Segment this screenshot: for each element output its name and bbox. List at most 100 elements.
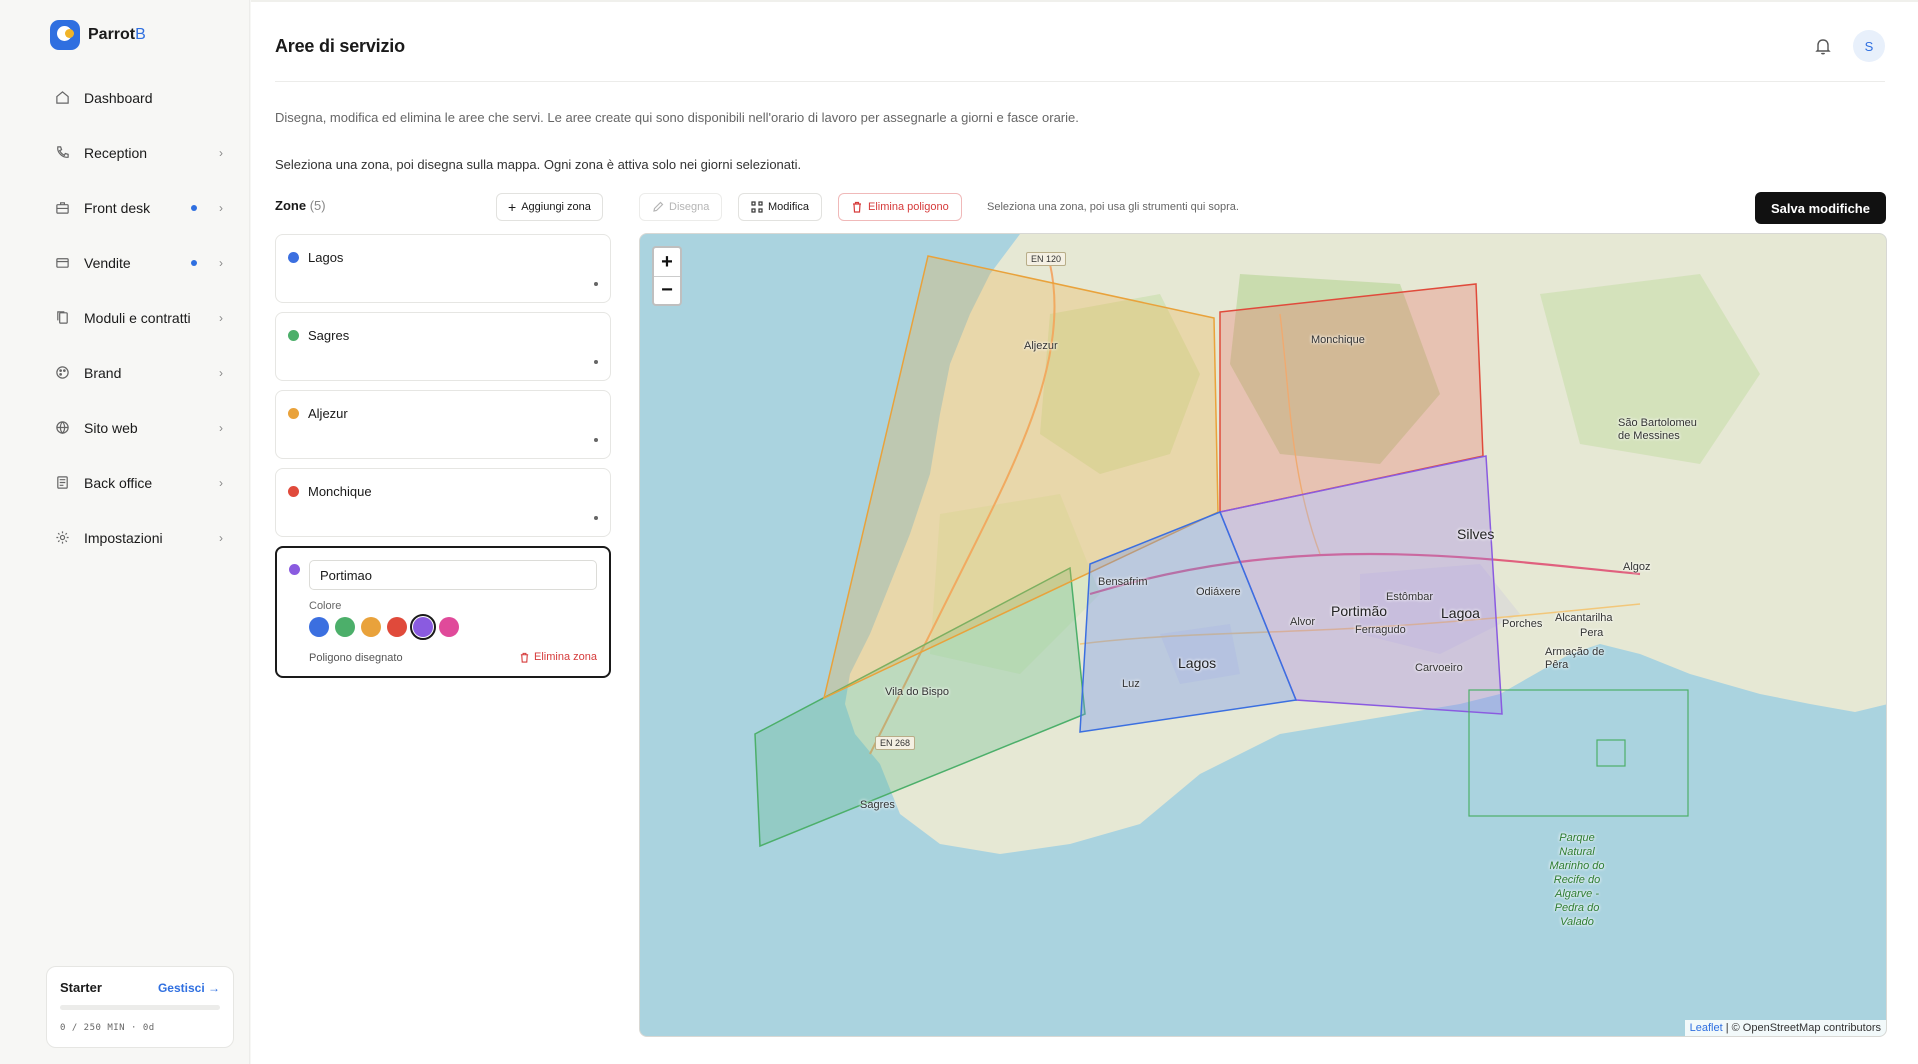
file-icon [54, 475, 70, 491]
map-label-alcantarilha: Alcantarilha [1555, 612, 1613, 624]
credit-card-icon [54, 255, 70, 271]
sidebar: ParrotB Dashboard Reception › Front desk… [0, 0, 250, 1064]
chevron-right-icon: › [219, 475, 223, 490]
add-zone-button[interactable]: + Aggiungi zona [496, 193, 603, 221]
zone-color-dot [288, 408, 299, 419]
main-content: Aree di servizio S Disegna, modifica ed … [251, 0, 1918, 1064]
map-label-sagres: Sagres [860, 799, 895, 811]
zone-name: Monchique [308, 484, 372, 499]
brand-name: ParrotB [88, 26, 146, 43]
color-swatch-red[interactable] [387, 617, 407, 637]
zoom-out-button[interactable]: − [654, 276, 680, 304]
sidebar-item-dashboard[interactable]: Dashboard [40, 70, 235, 125]
map-label-porches: Porches [1502, 618, 1543, 630]
sidebar-item-front-desk[interactable]: Front desk › [40, 180, 235, 235]
polygon-status: Poligono disegnato [309, 652, 403, 664]
color-swatch-pink[interactable] [439, 617, 459, 637]
add-zone-label: Aggiungi zona [521, 201, 591, 213]
sidebar-item-label: Back office [84, 474, 153, 491]
zoom-in-button[interactable]: + [654, 248, 680, 276]
delete-polygon-button[interactable]: Elimina poligono [838, 193, 962, 221]
osm-attribution: | © OpenStreetMap contributors [1722, 1022, 1881, 1034]
zone-name-input[interactable] [309, 560, 597, 590]
map-canvas[interactable] [640, 234, 1887, 1037]
map-label-ferragudo: Ferragudo [1355, 624, 1406, 636]
manage-plan-link[interactable]: Gestisci → [158, 981, 220, 995]
gear-icon [54, 530, 70, 546]
chevron-right-icon: › [219, 420, 223, 435]
sidebar-item-brand[interactable]: Brand › [40, 345, 235, 400]
map-label-vila-do-bispo: Vila do Bispo [885, 686, 950, 698]
color-swatch-green[interactable] [335, 617, 355, 637]
notification-dot [191, 259, 197, 266]
sidebar-item-back-office[interactable]: Back office › [40, 455, 235, 510]
sidebar-item-impostazioni[interactable]: Impostazioni › [40, 510, 235, 565]
copy-icon [54, 310, 70, 326]
page-instruction: Seleziona una zona, poi disegna sulla ma… [275, 157, 802, 172]
zone-card-sagres[interactable]: Sagres [275, 312, 611, 381]
page-description: Disegna, modifica ed elimina le aree che… [275, 110, 1079, 125]
zone-status-dot [594, 438, 598, 442]
sidebar-item-label: Brand [84, 364, 122, 381]
color-swatch-purple[interactable] [410, 614, 436, 640]
map-label-silves: Silves [1457, 526, 1495, 542]
road-shield: EN 120 [1026, 252, 1067, 266]
usage-progress-bar [60, 1005, 220, 1010]
edit-button[interactable]: Modifica [738, 193, 822, 221]
trash-icon [853, 201, 861, 213]
color-label: Colore [309, 600, 342, 612]
usage-text: 0 / 250 MIN · 0d [60, 1023, 155, 1033]
draw-button[interactable]: Disegna [639, 193, 723, 221]
zone-card-portimao[interactable]: Colore Poligono disegnato Elimina zona [275, 546, 611, 678]
zone-name: Aljezur [308, 406, 348, 421]
sidebar-item-moduli[interactable]: Moduli e contratti › [40, 290, 235, 345]
chevron-right-icon: › [219, 530, 223, 545]
zone-color-dot [288, 330, 299, 341]
avatar[interactable]: S [1853, 30, 1885, 62]
zone-card-aljezur[interactable]: Aljezur [275, 390, 611, 459]
save-changes-button[interactable]: Salva modifiche [1755, 192, 1886, 224]
map-attribution: Leaflet | © OpenStreetMap contributors [1684, 1020, 1886, 1036]
zones-heading-text: Zone [275, 198, 307, 213]
sidebar-item-label: Dashboard [84, 89, 153, 106]
map-label-algoz: Algoz [1623, 561, 1651, 573]
color-swatch-blue[interactable] [309, 617, 329, 637]
toolbar-hint: Seleziona una zona, poi usa gli strument… [987, 201, 1239, 213]
map[interactable]: + − EN 120 EN 268 Aljezur Monchique Silv… [639, 233, 1887, 1037]
map-label-sao-bartolomeu: São Bartolomeu de Messines [1618, 417, 1697, 442]
zones-count: (5) [309, 198, 326, 213]
zones-heading: Zone (5) [275, 198, 326, 213]
chevron-right-icon: › [219, 365, 223, 380]
zone-status-dot [594, 282, 598, 286]
home-icon [54, 90, 70, 106]
sidebar-item-vendite[interactable]: Vendite › [40, 235, 235, 290]
bell-icon[interactable] [1813, 36, 1833, 56]
map-label-lagos: Lagos [1178, 655, 1217, 671]
map-label-odiaxere: Odiáxere [1196, 586, 1241, 598]
sidebar-item-reception[interactable]: Reception › [40, 125, 235, 180]
leaflet-link[interactable]: Leaflet [1690, 1022, 1723, 1034]
briefcase-icon [54, 200, 70, 216]
color-swatch-orange[interactable] [361, 617, 381, 637]
zone-name: Sagres [308, 328, 350, 343]
delete-zone-button[interactable]: Elimina zona [519, 651, 597, 663]
logo[interactable]: ParrotB [50, 20, 146, 50]
zone-name: Lagos [308, 250, 344, 265]
zone-card-lagos[interactable]: Lagos [275, 234, 611, 303]
zone-status-dot [594, 360, 598, 364]
draw-label: Disegna [669, 201, 710, 213]
chevron-right-icon: › [219, 310, 223, 325]
chevron-right-icon: › [219, 255, 223, 270]
sidebar-item-sito-web[interactable]: Sito web › [40, 400, 235, 455]
sidebar-item-label: Moduli e contratti [84, 309, 191, 326]
sidebar-item-label: Vendite [84, 254, 131, 271]
top-divider [251, 0, 1918, 2]
map-label-marine-park: Parque Natural Marinho do Recife do Alga… [1549, 832, 1605, 928]
marine-park-inner [1596, 739, 1626, 767]
zone-color-dot [288, 486, 299, 497]
zone-card-monchique[interactable]: Monchique [275, 468, 611, 537]
trash-icon [520, 652, 529, 663]
plus-icon: + [508, 199, 517, 215]
palette-icon [54, 365, 70, 381]
zone-color-dot [288, 252, 299, 263]
